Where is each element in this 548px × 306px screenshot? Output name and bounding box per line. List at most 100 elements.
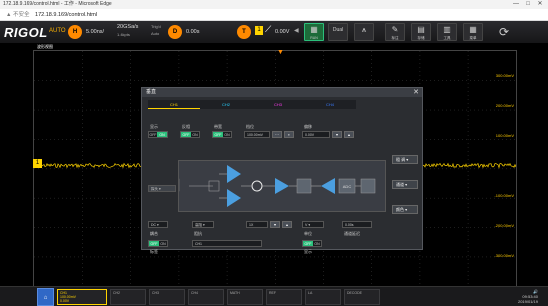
impedance-select[interactable]: 高阻 ▾ [192, 221, 214, 228]
menu-button[interactable]: ▦ 菜单 [463, 23, 483, 41]
grid-dot [226, 67, 228, 68]
tab-ch3[interactable]: CH3 [252, 100, 304, 109]
scale-fine-button[interactable]: ▪ [284, 131, 294, 138]
grid-dot [274, 80, 275, 81]
grid-dot [130, 151, 131, 152]
coupling-select[interactable]: DC ▾ [148, 221, 168, 228]
bandwidth-toggle[interactable]: OFF ON [212, 131, 232, 138]
probe-ratio-down-button[interactable]: ▾ [270, 221, 280, 228]
minimize-icon[interactable]: — [510, 0, 522, 9]
ch1-status-cell[interactable]: CH1 100.00mV 0.00V [57, 289, 107, 305]
grid-dot [275, 283, 276, 284]
address-bar[interactable]: ▲ 不安全 172.18.9.169/control.html [0, 9, 548, 21]
home-icon[interactable]: ⌂ [37, 288, 54, 306]
refresh-icon[interactable]: ⟳ [499, 25, 509, 39]
grid-dot [198, 80, 199, 81]
utility-button[interactable]: ▥ 工具 [437, 23, 457, 41]
timebase-value[interactable]: 5.00ns/ [86, 29, 104, 35]
grid-dot [42, 197, 43, 199]
grid-dot [467, 243, 469, 244]
grid-dot [498, 139, 499, 140]
grid-dot [130, 255, 131, 256]
grid-dot [138, 80, 139, 81]
grid-dot [454, 80, 455, 81]
grid-dot [371, 263, 372, 264]
probe-ratio-up-button[interactable]: ▴ [282, 221, 292, 228]
label-text-field[interactable]: CH1 [192, 240, 262, 247]
dual-button[interactable]: Dual [328, 23, 348, 41]
timebase-knob-icon[interactable]: H [68, 25, 82, 39]
la-status-cell[interactable]: LA [305, 289, 341, 305]
grid-dot [178, 255, 180, 256]
trigger-source-badge[interactable]: 1 [255, 26, 263, 35]
display-toggle[interactable]: OFF ON [148, 131, 168, 138]
unit-select[interactable]: V ▾ [302, 221, 324, 228]
save-button[interactable]: ▤ 存储 [411, 23, 431, 41]
grid-dot [275, 83, 276, 84]
grid-dot [442, 227, 443, 228]
ch4-status-cell[interactable]: CH4 [188, 289, 224, 305]
offset-field[interactable]: 0.00V [302, 131, 330, 138]
grid-dot [82, 107, 83, 108]
ch2-status-cell[interactable]: CH2 [110, 289, 146, 305]
grid-dot [434, 256, 435, 258]
offset-up-button[interactable]: ▴ [344, 131, 354, 138]
delay-value[interactable]: 0.00s [186, 29, 199, 35]
close-window-icon[interactable]: ✕ [534, 0, 546, 9]
grid-dot [102, 109, 103, 111]
auto-mode-label[interactable]: AUTO [49, 28, 66, 34]
grid-dot [154, 256, 155, 258]
probe-ratio-field[interactable]: 1X [246, 221, 268, 228]
grid-dot [90, 109, 91, 111]
ch1-offset-marker[interactable]: 1 [33, 159, 42, 168]
not-secure-indicator[interactable]: ▲ 不安全 [6, 12, 29, 18]
color-button[interactable]: 颜色 ▾ [392, 205, 418, 214]
maximize-icon[interactable]: □ [522, 0, 534, 9]
grid-dot [478, 168, 479, 170]
grid-dot [78, 139, 79, 140]
tab-ch2[interactable]: CH2 [200, 100, 252, 109]
grid-dot [446, 139, 447, 140]
grid-dot [458, 80, 459, 81]
ch3-status-cell[interactable]: CH3 [149, 289, 185, 305]
grid-dot [38, 197, 39, 199]
scale-field[interactable]: 100.00mV [244, 131, 270, 138]
grid-dot [419, 251, 421, 252]
url-text[interactable]: 172.18.9.169/control.html [35, 12, 97, 18]
grid-dot [58, 227, 59, 228]
run-button[interactable]: ▦ RUN [304, 23, 324, 41]
tab-ch1[interactable]: CH1 [148, 100, 200, 109]
grid-dot [34, 168, 35, 170]
label-toggle[interactable]: OFF ON [148, 240, 168, 247]
channel-delay-field[interactable]: 0.00s [342, 221, 372, 228]
decode-status-cell[interactable]: DECODE [344, 289, 380, 305]
delay-knob-icon[interactable]: D [168, 25, 182, 39]
grid-dot [470, 256, 471, 258]
probe-select[interactable]: 探头 ▾ [148, 185, 176, 192]
memory-depth: 1.4kpts [117, 32, 130, 37]
grid-dot [82, 239, 83, 240]
invert-toggle[interactable]: OFF ON [180, 131, 200, 138]
trigger-level[interactable]: 0.00V [275, 29, 289, 35]
offset-down-button[interactable]: ▾ [332, 131, 342, 138]
measure-button[interactable]: ⩚ [354, 23, 374, 41]
channel-button[interactable]: 通道 ▾ [392, 180, 418, 189]
chevron-left-icon[interactable]: ◀ [294, 27, 299, 34]
label-display-toggle[interactable]: OFF ON [302, 240, 322, 247]
grid-dot [406, 80, 407, 81]
ref-status-cell[interactable]: REF [266, 289, 302, 305]
scale-coarse-button[interactable]: ⋯ [272, 131, 282, 138]
grid-dot [462, 109, 463, 111]
grid-dot [238, 256, 239, 258]
trigger-knob-icon[interactable]: T [237, 25, 251, 39]
grid-dot [467, 91, 469, 92]
close-icon[interactable]: ✕ [413, 88, 419, 97]
grid-dot [419, 259, 421, 260]
grid-dot [102, 197, 103, 199]
coarse-button[interactable]: 粗 调 ▾ [392, 155, 418, 164]
pen-button[interactable]: ✎ 标注 [385, 23, 405, 41]
math-status-cell[interactable]: MATH [227, 289, 263, 305]
trigger-position-marker[interactable]: ▼ [277, 49, 284, 56]
grid-dot [226, 275, 228, 276]
tab-ch4[interactable]: CH4 [304, 100, 356, 109]
